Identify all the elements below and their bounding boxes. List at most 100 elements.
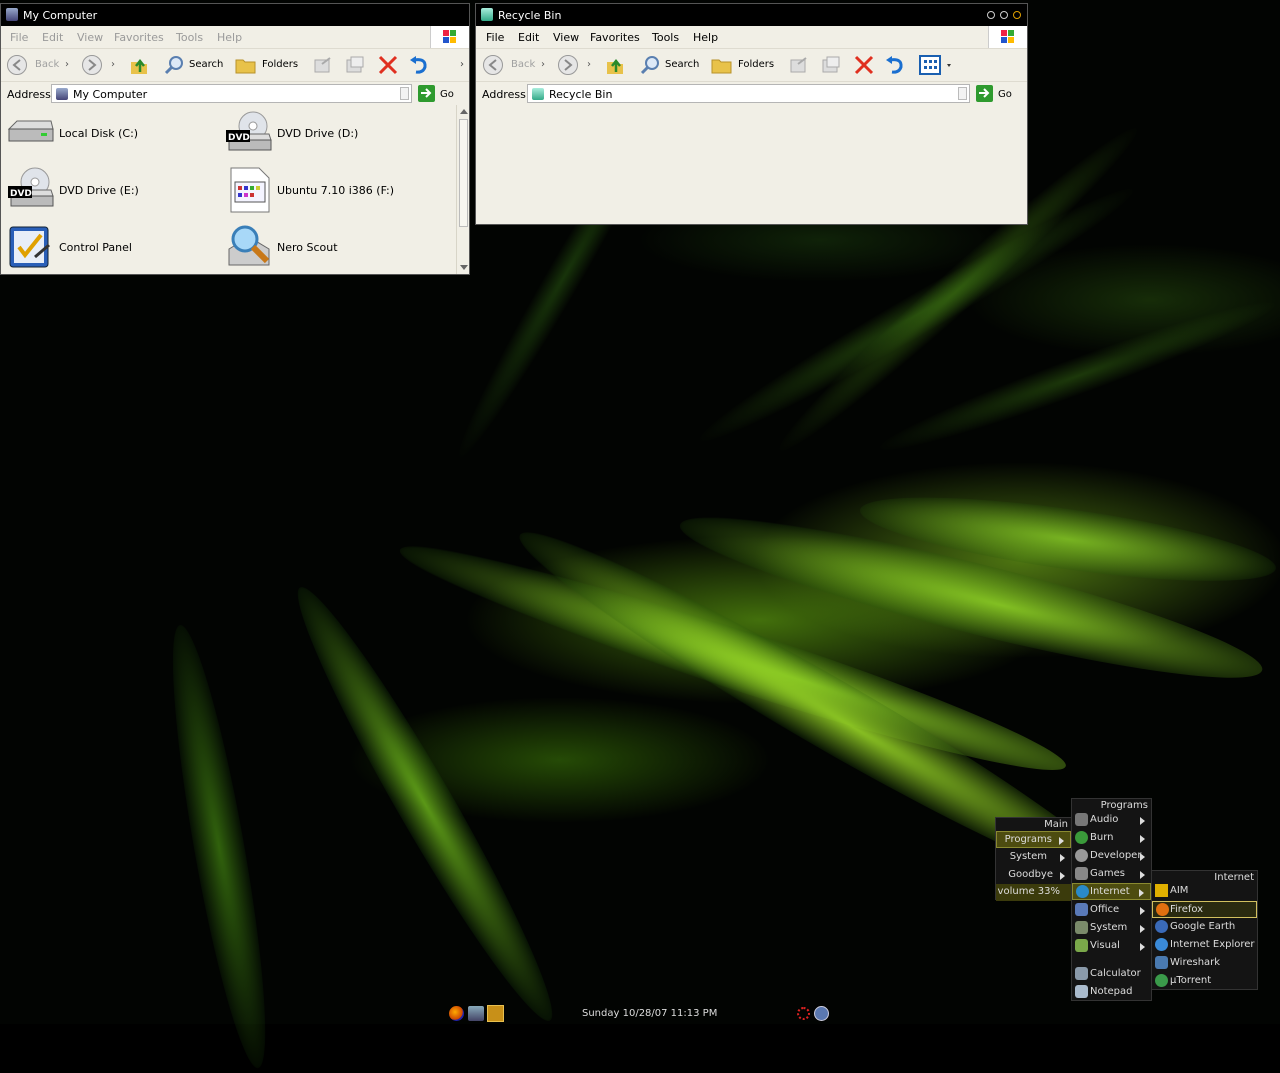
menu-help[interactable]: Help — [217, 31, 242, 44]
go-button[interactable]: Go — [440, 89, 454, 100]
back-button[interactable]: Back — [511, 59, 535, 70]
scroll-thumb[interactable] — [459, 119, 468, 227]
close-button[interactable] — [1013, 11, 1021, 19]
recycle-bin-icon[interactable] — [487, 1005, 504, 1022]
folders-icon[interactable] — [710, 54, 734, 79]
minimize-button[interactable] — [987, 11, 995, 19]
drive-item-c[interactable]: Local Disk (C:) — [7, 117, 138, 150]
search-icon[interactable] — [639, 54, 661, 79]
menu-item-office[interactable]: Office — [1072, 902, 1151, 919]
menu-item-developer[interactable]: Developer — [1072, 848, 1151, 865]
move-to-icon[interactable] — [788, 54, 810, 79]
drive-item-e[interactable]: DVD DVD Drive (E:) — [7, 166, 139, 215]
menu-edit[interactable]: Edit — [518, 31, 539, 44]
views-icon[interactable] — [919, 54, 953, 79]
recycle-bin-window[interactable]: Recycle Bin File Edit View Favorites Too… — [475, 3, 1028, 225]
search-button[interactable]: Search — [189, 59, 223, 70]
menu-item-internet-explorer[interactable]: Internet Explorer — [1152, 937, 1257, 954]
back-arrow-icon[interactable] — [7, 55, 27, 75]
menu-item-burn[interactable]: Burn — [1072, 830, 1151, 847]
search-button[interactable]: Search — [665, 59, 699, 70]
menu-edit[interactable]: Edit — [42, 31, 63, 44]
menu-item-label: Audio — [1090, 814, 1119, 825]
toolbar-overflow-icon[interactable]: › — [460, 59, 464, 70]
move-to-icon[interactable] — [312, 54, 334, 79]
menu-item-goodbye[interactable]: Goodbye — [996, 867, 1071, 884]
menu-favorites[interactable]: Favorites — [590, 31, 640, 44]
search-icon[interactable] — [163, 54, 185, 79]
menu-item-audio[interactable]: Audio — [1072, 812, 1151, 829]
forward-arrow-icon[interactable] — [82, 55, 102, 75]
undo-icon[interactable] — [884, 54, 906, 79]
back-dropdown-icon[interactable]: › — [541, 59, 545, 70]
go-arrow-icon[interactable] — [976, 85, 993, 102]
menu-view[interactable]: View — [77, 31, 103, 44]
volume-label: volume 33% — [997, 886, 1060, 897]
menu-item-internet[interactable]: Internet — [1072, 883, 1151, 900]
menu-item-system[interactable]: System — [1072, 920, 1151, 937]
menu-item-games[interactable]: Games — [1072, 866, 1151, 883]
folders-button[interactable]: Folders — [738, 59, 774, 70]
menu-tools[interactable]: Tools — [176, 31, 203, 44]
control-panel-item[interactable]: Control Panel — [7, 223, 132, 272]
menu-view[interactable]: View — [553, 31, 579, 44]
forward-dropdown-icon[interactable]: › — [587, 59, 591, 70]
scroll-down-icon[interactable] — [460, 265, 468, 270]
drive-item-d[interactable]: DVD DVD Drive (D:) — [225, 110, 358, 159]
drive-item-f[interactable]: Ubuntu 7.10 i386 (F:) — [229, 166, 394, 217]
go-button[interactable]: Go — [998, 89, 1012, 100]
address-input[interactable]: My Computer — [51, 84, 412, 103]
menu-tools[interactable]: Tools — [652, 31, 679, 44]
up-folder-icon[interactable] — [128, 54, 150, 79]
up-folder-icon[interactable] — [604, 54, 626, 79]
title-bar[interactable]: Recycle Bin — [476, 4, 1027, 26]
menu-favorites[interactable]: Favorites — [114, 31, 164, 44]
submenu-arrow-icon — [1140, 817, 1145, 825]
submenu-arrow-icon — [1140, 835, 1145, 843]
address-dropdown-icon[interactable] — [958, 87, 967, 100]
go-arrow-icon[interactable] — [418, 85, 435, 102]
my-computer-window[interactable]: My Computer File Edit View Favorites Too… — [0, 3, 470, 275]
folders-icon[interactable] — [234, 54, 258, 79]
back-arrow-icon[interactable] — [483, 55, 503, 75]
copy-to-icon[interactable] — [344, 54, 366, 79]
delete-icon[interactable] — [377, 54, 399, 79]
item-label: Local Disk (C:) — [59, 127, 139, 140]
menu-item-utorrent[interactable]: µTorrent — [1152, 973, 1257, 990]
menu-help[interactable]: Help — [693, 31, 718, 44]
folders-button[interactable]: Folders — [262, 59, 298, 70]
window-title: Recycle Bin — [498, 9, 562, 22]
menu-item-visual[interactable]: Visual — [1072, 938, 1151, 955]
menu-item-system[interactable]: System — [996, 849, 1071, 866]
copy-to-icon[interactable] — [820, 54, 842, 79]
menu-item-notepad[interactable]: Notepad — [1072, 984, 1151, 1001]
menu-item-calculator[interactable]: Calculator — [1072, 966, 1151, 983]
back-button[interactable]: Back — [35, 59, 59, 70]
tray-app-icon[interactable] — [797, 1007, 810, 1020]
volume-item[interactable]: volume 33% — [996, 884, 1071, 901]
vertical-scrollbar[interactable] — [456, 105, 469, 274]
delete-icon[interactable] — [853, 54, 875, 79]
menu-item-google-earth[interactable]: Google Earth — [1152, 919, 1257, 936]
address-label: Address — [482, 88, 526, 101]
address-input[interactable]: Recycle Bin — [527, 84, 970, 103]
forward-arrow-icon[interactable] — [558, 55, 578, 75]
menu-file[interactable]: File — [486, 31, 504, 44]
menu-item-programs[interactable]: Programs — [996, 831, 1071, 848]
maximize-button[interactable] — [1000, 11, 1008, 19]
my-computer-icon[interactable] — [468, 1006, 484, 1021]
firefox-icon[interactable] — [449, 1006, 464, 1021]
forward-dropdown-icon[interactable]: › — [111, 59, 115, 70]
menu-item-wireshark[interactable]: Wireshark — [1152, 955, 1257, 972]
tray-network-icon[interactable] — [814, 1006, 829, 1021]
address-dropdown-icon[interactable] — [400, 87, 409, 100]
menu-item-aim[interactable]: AIM — [1152, 883, 1257, 900]
nero-scout-item[interactable]: Nero Scout — [225, 223, 338, 274]
back-dropdown-icon[interactable]: › — [65, 59, 69, 70]
scroll-up-icon[interactable] — [460, 109, 468, 114]
menu-title: Internet — [1214, 872, 1254, 883]
title-bar[interactable]: My Computer — [1, 4, 469, 26]
menu-item-firefox[interactable]: Firefox — [1152, 901, 1257, 918]
undo-icon[interactable] — [408, 54, 430, 79]
menu-file[interactable]: File — [10, 31, 28, 44]
